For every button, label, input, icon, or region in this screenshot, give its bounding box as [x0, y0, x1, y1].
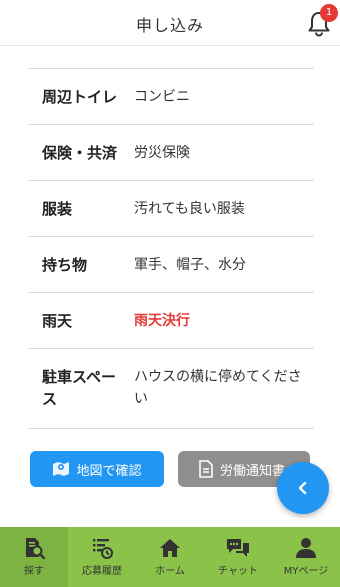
bottom-nav: 探す 応募履歴 ホーム チャット MYページ [0, 527, 340, 587]
detail-row-rain: 雨天 雨天決行 [28, 292, 314, 348]
back-fab-button[interactable] [277, 462, 329, 514]
nav-item-chat[interactable]: チャット [204, 527, 272, 587]
detail-value: 労災保険 [134, 145, 190, 161]
map-button[interactable]: 地図で確認 [30, 451, 164, 487]
nav-label: ホーム [155, 566, 185, 577]
chevron-left-icon [298, 481, 307, 495]
detail-label: 服装 [42, 200, 73, 218]
detail-value: 汚れても良い服装 [134, 201, 245, 217]
detail-value: 軍手、帽子、水分 [134, 257, 246, 273]
detail-row-toilet: 周辺トイレ コンビニ [28, 68, 314, 124]
labor-notice-button-label: 労働通知書 [220, 463, 286, 479]
detail-value: コンビニ [134, 89, 190, 105]
map-button-label: 地図で確認 [76, 463, 142, 479]
divider [28, 428, 314, 429]
detail-row-belongings: 持ち物 軍手、帽子、水分 [28, 236, 314, 292]
page-title: 申し込み [135, 16, 204, 35]
nav-item-search[interactable]: 探す [0, 527, 68, 587]
nav-label: 応募履歴 [82, 566, 122, 577]
job-detail-list: 周辺トイレ コンビニ 保険・共済 労災保険 服装 汚れても良い服装 持ち物 軍手… [28, 68, 314, 429]
detail-row-clothing: 服装 汚れても良い服装 [28, 180, 314, 236]
person-icon [296, 538, 316, 558]
detail-label: 雨天 [42, 312, 73, 330]
nav-label: MYページ [283, 566, 329, 577]
nav-item-home[interactable]: ホーム [136, 527, 204, 587]
notification-badge: 1 [320, 4, 338, 22]
detail-label: 駐車スペース [42, 368, 116, 408]
search-document-icon [26, 538, 46, 560]
nav-label: チャット [218, 566, 258, 577]
document-icon [199, 460, 213, 478]
detail-value-highlight: 雨天決行 [134, 313, 190, 329]
map-icon [53, 462, 70, 476]
nav-label: 探す [24, 566, 44, 577]
app-header: 申し込み 1 [0, 0, 340, 46]
history-list-icon [93, 539, 113, 559]
nav-item-history[interactable]: 応募履歴 [68, 527, 136, 587]
nav-item-mypage[interactable]: MYページ [272, 527, 340, 587]
detail-label: 保険・共済 [42, 144, 118, 162]
chat-icon [227, 539, 249, 557]
detail-label: 持ち物 [42, 256, 88, 274]
detail-row-parking: 駐車スペース ハウスの横に停めてください [28, 348, 314, 428]
detail-value: ハウスの横に停めてください [134, 369, 302, 407]
home-icon [160, 539, 180, 557]
detail-label: 周辺トイレ [42, 88, 118, 106]
detail-row-insurance: 保険・共済 労災保険 [28, 124, 314, 180]
